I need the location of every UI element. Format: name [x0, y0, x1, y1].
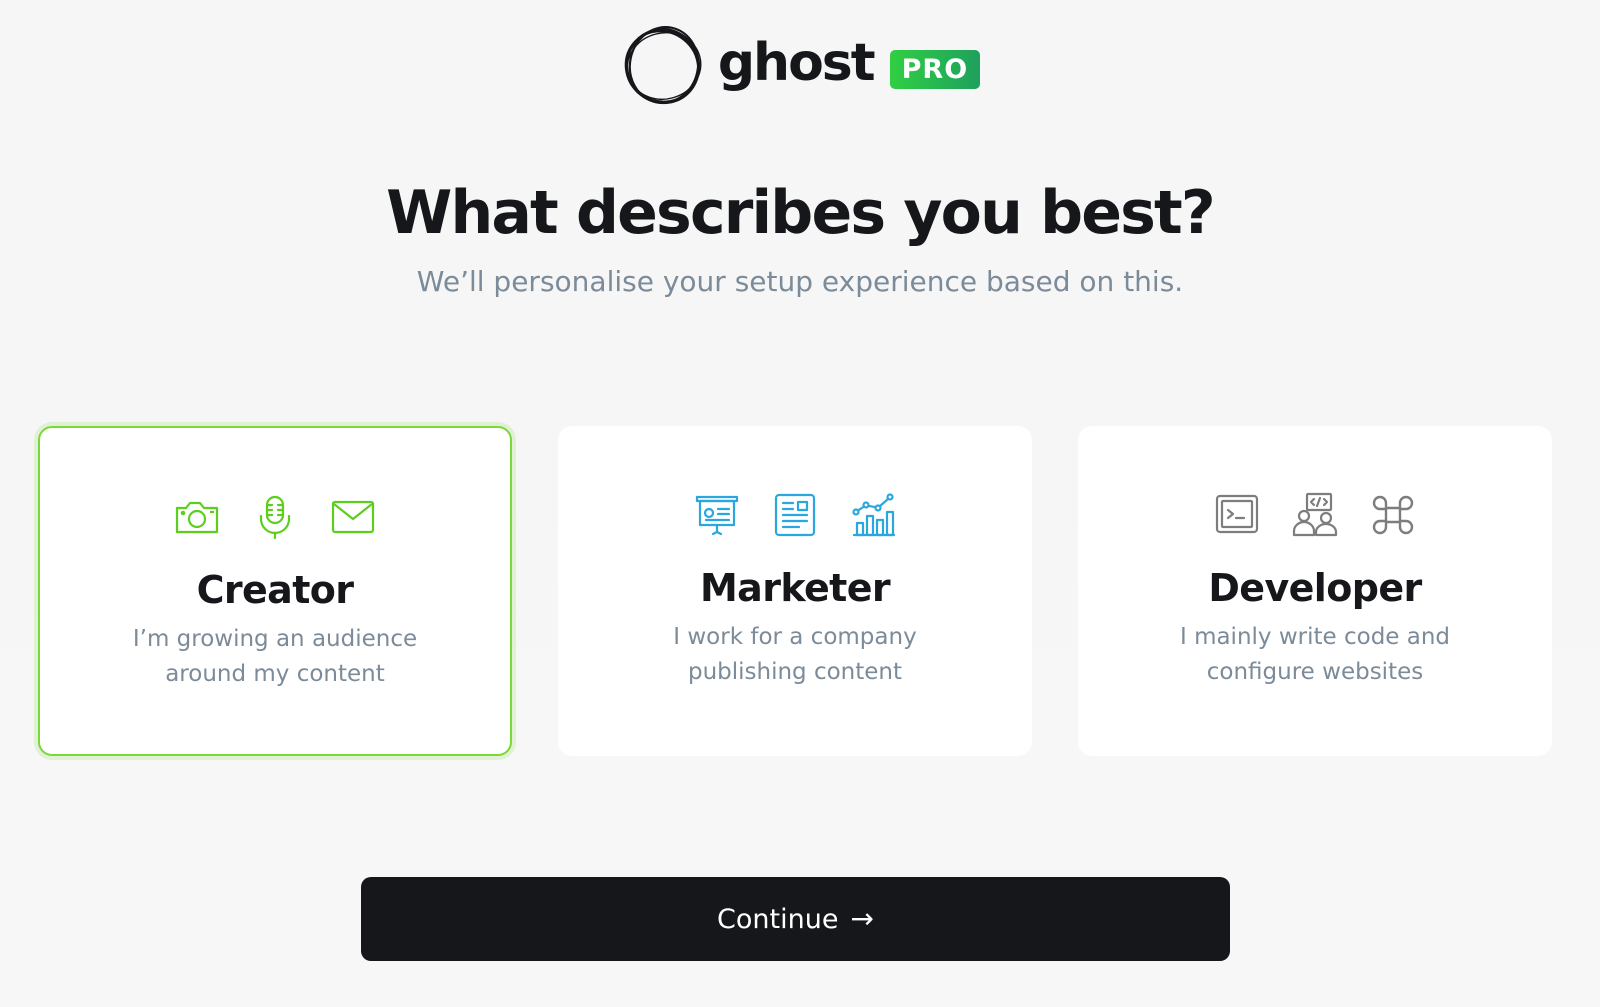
logo-group: ghost PRO	[620, 24, 981, 108]
card-description: I mainly write code and configure websit…	[1179, 624, 1451, 685]
terminal-icon	[1215, 494, 1259, 534]
card-icons	[1078, 492, 1552, 538]
ghost-ring-icon	[624, 26, 702, 105]
growth-chart-icon	[852, 493, 896, 537]
presentation-board-icon	[695, 495, 739, 536]
card-description: I work for a company publishing content	[673, 624, 917, 685]
card-icons	[40, 494, 510, 540]
pro-badge: PRO	[889, 49, 981, 89]
page-subtitle: We’ll personalise your setup experience …	[416, 265, 1184, 298]
option-card-marketer[interactable]: Marketer I work for a company publishing…	[558, 426, 1032, 756]
option-card-creator[interactable]: Creator I’m growing an audience around m…	[38, 426, 512, 756]
camera-icon	[175, 501, 219, 534]
command-key-icon	[1372, 495, 1414, 535]
newsletter-icon	[774, 493, 816, 537]
continue-label: Continue	[717, 903, 839, 935]
ghost-pro-logo: ghost PRO	[0, 24, 1600, 108]
card-title: Marketer	[699, 566, 891, 610]
team-code-icon	[1292, 492, 1338, 537]
page-title: What describes you best?	[386, 178, 1216, 248]
card-title: Developer	[1208, 566, 1422, 610]
arrow-right-icon: →	[850, 902, 874, 935]
card-icons	[558, 492, 1032, 538]
envelope-icon	[331, 500, 375, 534]
option-card-developer[interactable]: Developer I mainly write code and config…	[1078, 426, 1552, 756]
continue-button[interactable]: Continue →	[361, 877, 1230, 961]
card-description: I’m growing an audience around my conten…	[132, 626, 418, 687]
ghost-wordmark: ghost	[717, 33, 876, 93]
microphone-icon	[259, 495, 291, 540]
card-title: Creator	[196, 568, 354, 612]
